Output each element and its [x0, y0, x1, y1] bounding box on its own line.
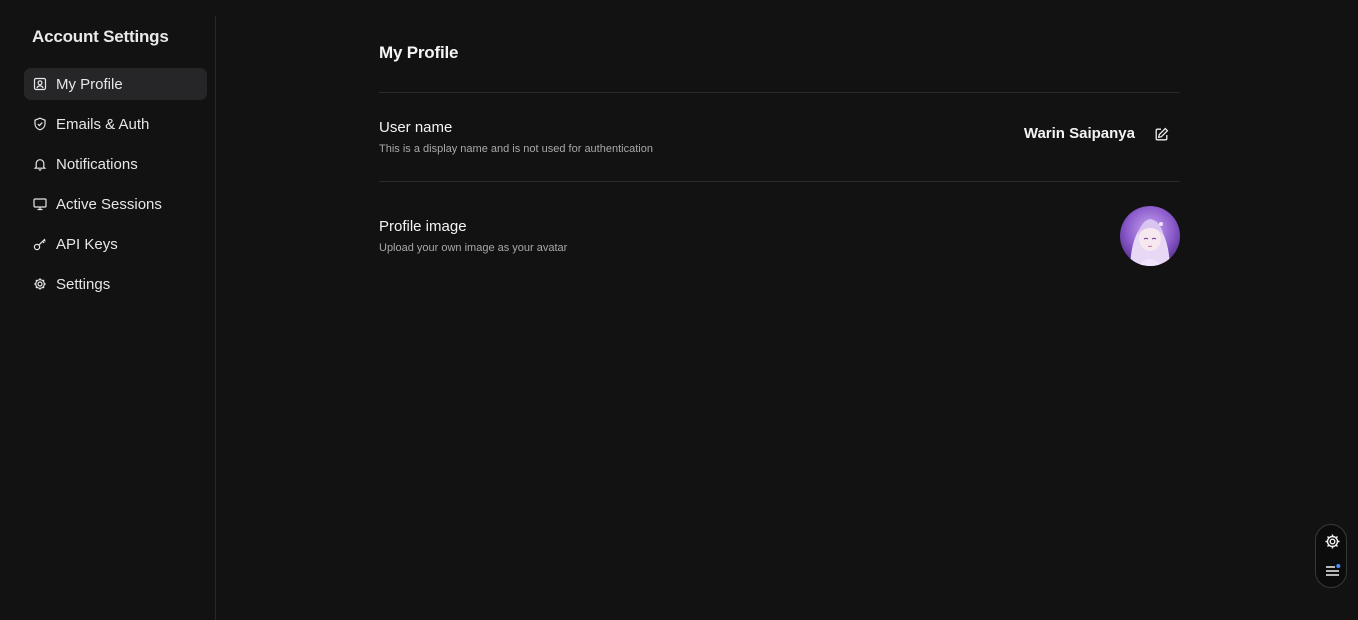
- shield-icon: [33, 117, 47, 131]
- floating-toolbar: [1315, 524, 1347, 588]
- sidebar: Account Settings My Profile Emails & Aut…: [0, 0, 215, 620]
- gear-icon: [33, 277, 47, 291]
- sidebar-item-my-profile[interactable]: My Profile: [24, 68, 207, 100]
- floating-menu-button[interactable]: [1322, 560, 1342, 580]
- profile-image-description: Upload your own image as your avatar: [379, 242, 568, 254]
- notification-dot: [1335, 563, 1340, 568]
- sidebar-nav: My Profile Emails & Auth Notifications A…: [24, 68, 207, 308]
- sidebar-item-label: Active Sessions: [56, 195, 162, 213]
- avatar-image: [1120, 206, 1180, 266]
- app-root: Account Settings My Profile Emails & Aut…: [0, 0, 1358, 620]
- sidebar-divider: [215, 16, 216, 620]
- sidebar-item-settings[interactable]: Settings: [24, 268, 207, 300]
- profile-icon: [33, 77, 47, 91]
- divider: [379, 92, 1180, 93]
- sidebar-item-label: My Profile: [56, 75, 123, 93]
- floating-settings-button[interactable]: [1322, 531, 1342, 551]
- avatar[interactable]: [1120, 206, 1180, 266]
- edit-icon: [1155, 127, 1168, 140]
- monitor-icon: [33, 197, 47, 211]
- main-content: My Profile User name This is a display n…: [379, 0, 1180, 620]
- key-icon: [33, 237, 47, 251]
- edit-username-button[interactable]: [1152, 125, 1170, 143]
- sidebar-item-label: API Keys: [56, 235, 118, 253]
- username-value: Warin Saipanya: [1023, 125, 1135, 142]
- divider: [379, 181, 1180, 182]
- sidebar-item-notifications[interactable]: Notifications: [24, 148, 207, 180]
- profile-image-label: Profile image: [379, 218, 467, 235]
- page-title: My Profile: [379, 43, 459, 62]
- sidebar-item-label: Emails & Auth: [56, 115, 150, 133]
- menu-icon: [1325, 563, 1340, 576]
- username-label: User name: [379, 119, 453, 136]
- sidebar-item-api-keys[interactable]: API Keys: [24, 228, 207, 260]
- bell-icon: [33, 157, 47, 171]
- sidebar-item-label: Notifications: [56, 155, 138, 173]
- sidebar-item-active-sessions[interactable]: Active Sessions: [24, 188, 207, 220]
- sidebar-item-label: Settings: [56, 275, 111, 293]
- username-description: This is a display name and is not used f…: [379, 143, 653, 155]
- sidebar-title: Account Settings: [32, 27, 169, 46]
- sidebar-item-emails-auth[interactable]: Emails & Auth: [24, 108, 207, 140]
- gear-icon: [1325, 534, 1339, 548]
